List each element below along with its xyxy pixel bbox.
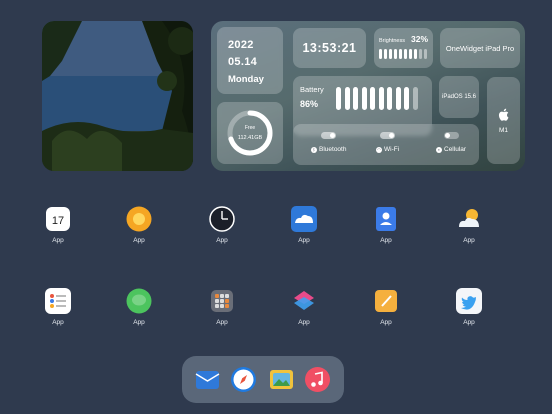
brightness-bar (424, 49, 427, 59)
app-twitter[interactable]: App (444, 288, 494, 326)
wifi-label: Wi-Fi (384, 146, 400, 153)
weather-icon (456, 206, 482, 232)
app-shortcuts[interactable]: App (279, 288, 329, 326)
battery-bar (353, 87, 358, 110)
app-label: App (52, 319, 64, 326)
sun-icon (126, 206, 152, 232)
device-name: OneWidget iPad Pro (445, 43, 515, 53)
storage-label: Free (244, 125, 256, 131)
wifi-icon: ◠ (376, 146, 382, 153)
app-label: App (298, 319, 310, 326)
cloud-drive-icon (291, 206, 317, 232)
safari-icon[interactable] (230, 366, 257, 393)
cellular-icon: ▪ (436, 146, 442, 153)
battery-bar (387, 87, 392, 110)
brightness-label: Brightness (379, 38, 405, 44)
app-cloud[interactable]: App (279, 206, 329, 244)
brightness-bar (414, 49, 417, 59)
battery-bar (336, 87, 341, 110)
connectivity-tile: ᛒ Bluetooth ◠ Wi-Fi ▪ Cellular (293, 124, 479, 165)
messages-icon (126, 288, 152, 314)
contacts-icon (373, 206, 399, 232)
app-label: App (133, 319, 145, 326)
calculator-icon (209, 288, 235, 314)
battery-bar (412, 87, 418, 110)
svg-text:17: 17 (52, 215, 64, 227)
landscape-photo (42, 21, 193, 171)
dock (182, 356, 344, 403)
chip-tile: M1 (487, 77, 520, 164)
reminders-icon (45, 288, 71, 314)
app-label: App (380, 319, 392, 326)
brightness-bar (409, 49, 412, 59)
shortcuts-icon (291, 288, 317, 314)
battery-bar (378, 87, 384, 110)
app-notes[interactable]: App (361, 288, 411, 326)
os-text: iPadOS 15.6 (441, 94, 477, 100)
app-calculator[interactable]: App (197, 288, 247, 326)
app-label: App (216, 237, 228, 244)
storage-tile: Free 112.41GB (217, 102, 283, 164)
wifi-toggle[interactable] (380, 132, 396, 139)
app-messages[interactable]: App (114, 288, 164, 326)
bluetooth-label: Bluetooth (319, 146, 347, 153)
weekday-text: Monday (228, 74, 264, 85)
brightness-bar (384, 49, 387, 59)
battery-bar (395, 87, 401, 110)
battery-bar (370, 87, 375, 110)
device-tile: OneWidget iPad Pro (440, 28, 520, 68)
year-text: 2022 (228, 39, 254, 51)
app-label: App (463, 319, 475, 326)
bluetooth-toggle[interactable] (321, 132, 337, 139)
battery-bar (404, 87, 409, 110)
app-contacts[interactable]: App (361, 206, 411, 244)
app-label: App (52, 237, 64, 244)
app-calendar[interactable]: 17 App (33, 206, 83, 244)
photos-icon[interactable] (268, 366, 295, 393)
brightness-bar (389, 49, 392, 59)
brightness-bar (419, 49, 422, 59)
chip-text: M1 (498, 126, 509, 134)
music-icon[interactable] (304, 366, 331, 393)
battery-bar (344, 87, 350, 110)
app-label: App (463, 237, 475, 244)
brightness-value: 32% (410, 34, 428, 44)
battery-bar (361, 87, 367, 110)
brightness-bar (399, 49, 402, 59)
cellular-toggle[interactable] (443, 132, 459, 139)
date-tile: 2022 05.14 Monday (217, 27, 283, 94)
brightness-bar (404, 49, 407, 59)
clock-icon (209, 206, 235, 232)
app-label: App (380, 237, 392, 244)
app-reminders[interactable]: App (33, 288, 83, 326)
brightness-bar (394, 49, 397, 59)
app-label: App (133, 237, 145, 244)
app-label: App (216, 319, 228, 326)
photo-widget[interactable] (42, 21, 193, 171)
brightness-bar (379, 49, 382, 59)
app-weather[interactable]: App (444, 206, 494, 244)
storage-value: 112.41GB (237, 135, 263, 141)
apple-logo-icon (498, 108, 509, 121)
battery-bars (336, 87, 418, 110)
brightness-bars (379, 49, 428, 59)
calendar-icon: 17 (45, 206, 71, 232)
mail-icon[interactable] (194, 366, 221, 393)
twitter-icon (456, 288, 482, 314)
app-label: App (298, 237, 310, 244)
app-clock[interactable]: App (197, 206, 247, 244)
brightness-tile[interactable]: Brightness 32% (374, 28, 433, 68)
onewidget-panel[interactable]: 2022 05.14 Monday 13:53:21 Brightness 32… (211, 21, 525, 171)
cellular-label: Cellular (444, 146, 467, 153)
date-text: 05.14 (228, 56, 258, 68)
bluetooth-icon: ᛒ (311, 146, 317, 153)
time-text: 13:53:21 (302, 41, 357, 55)
notes-icon (373, 288, 399, 314)
app-sun[interactable]: App (114, 206, 164, 244)
os-tile: iPadOS 15.6 (439, 76, 479, 118)
clock-tile: 13:53:21 (293, 28, 366, 68)
